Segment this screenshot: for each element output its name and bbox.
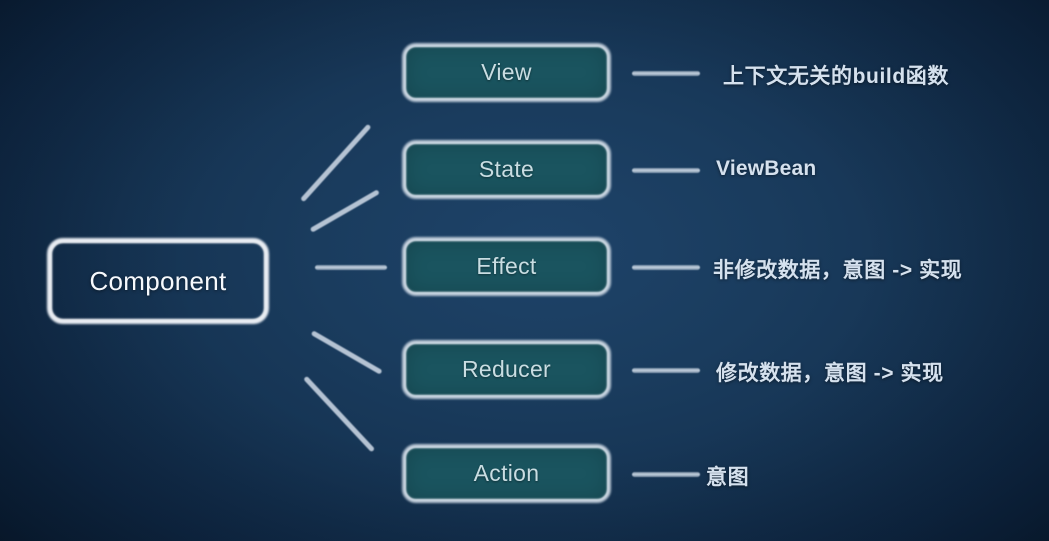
node-effect-label: Effect — [476, 253, 537, 279]
node-component-label: Component — [89, 265, 227, 296]
node-view[interactable]: View — [405, 46, 608, 99]
annotation-effect: 非修改数据，意图 -> 实现 — [713, 259, 963, 282]
connector-reducer-to-annotation — [632, 368, 700, 373]
node-effect[interactable]: Effect — [405, 240, 608, 293]
node-reducer-label: Reducer — [461, 356, 552, 382]
node-state-label: State — [478, 156, 535, 182]
node-view-label: View — [481, 59, 532, 85]
connector-effect-to-annotation — [632, 265, 700, 270]
connector-action-to-annotation — [632, 472, 700, 477]
diagram-canvas: Component View State Effect Reducer Acti… — [0, 0, 1049, 541]
connector-view-to-annotation — [632, 71, 700, 76]
node-state[interactable]: State — [405, 143, 608, 196]
annotation-action: 意图 — [706, 466, 750, 489]
connector-root-to-effect — [315, 265, 387, 270]
node-action[interactable]: Action — [405, 447, 608, 500]
node-action-label: Action — [473, 460, 540, 486]
connector-root-to-reducer — [310, 330, 383, 375]
connector-root-to-state — [309, 189, 380, 233]
annotation-reducer: 修改数据，意图 -> 实现 — [716, 362, 944, 385]
node-component[interactable]: Component — [51, 242, 265, 320]
annotation-state: ViewBean — [716, 157, 817, 180]
connector-root-to-view — [300, 123, 372, 203]
node-reducer[interactable]: Reducer — [405, 343, 608, 396]
connector-state-to-annotation — [632, 168, 700, 173]
connector-root-to-action — [303, 375, 376, 453]
annotation-view: 上下文无关的build函数 — [723, 65, 949, 88]
